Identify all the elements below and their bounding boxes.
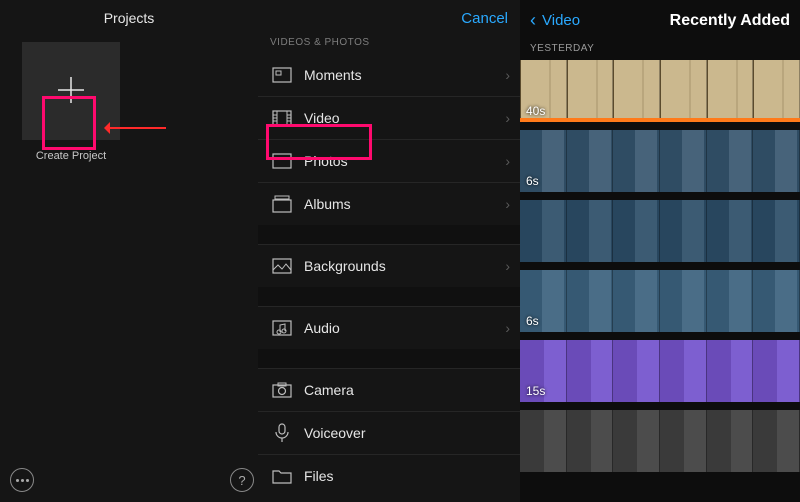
clip-thumbnail[interactable]: 40s bbox=[520, 60, 800, 122]
row-label: Moments bbox=[304, 67, 493, 83]
row-label: Files bbox=[304, 468, 510, 484]
help-button[interactable]: ? bbox=[230, 468, 254, 492]
back-button[interactable]: Video bbox=[542, 12, 580, 29]
section-label-yesterday: YESTERDAY bbox=[520, 39, 800, 60]
clip-duration: 6s bbox=[526, 314, 539, 328]
row-label: Audio bbox=[304, 320, 493, 336]
page-title: Recently Added bbox=[670, 12, 790, 30]
chevron-right-icon: › bbox=[505, 153, 510, 169]
row-albums[interactable]: Albums › bbox=[258, 183, 520, 225]
annotation-highlight-video bbox=[266, 124, 372, 160]
audio-icon bbox=[272, 319, 292, 337]
chevron-right-icon: › bbox=[505, 110, 510, 126]
row-files[interactable]: Files bbox=[258, 455, 520, 497]
chevron-right-icon: › bbox=[505, 67, 510, 83]
cancel-button[interactable]: Cancel bbox=[461, 10, 508, 27]
folder-icon bbox=[272, 467, 292, 485]
camera-icon bbox=[272, 381, 292, 399]
clip-duration: 15s bbox=[526, 384, 545, 398]
more-menu-button[interactable] bbox=[10, 468, 34, 492]
clip-duration: 6s bbox=[526, 174, 539, 188]
backgrounds-icon bbox=[272, 257, 292, 275]
moments-icon bbox=[272, 66, 292, 84]
question-icon: ? bbox=[238, 473, 245, 488]
clip-thumbnail[interactable]: 15s bbox=[520, 340, 800, 402]
row-label: Backgrounds bbox=[304, 258, 493, 274]
clip-thumbnail[interactable]: 6s bbox=[520, 130, 800, 192]
row-label: Albums bbox=[304, 196, 493, 212]
ellipsis-icon bbox=[16, 479, 29, 482]
clip-thumbnail[interactable] bbox=[520, 410, 800, 472]
row-audio[interactable]: Audio › bbox=[258, 307, 520, 349]
row-voiceover[interactable]: Voiceover bbox=[258, 412, 520, 455]
chevron-right-icon: › bbox=[505, 196, 510, 212]
annotation-arrow-1 bbox=[108, 127, 166, 129]
row-label: Voiceover bbox=[304, 425, 510, 441]
row-moments[interactable]: Moments › bbox=[258, 54, 520, 97]
albums-icon bbox=[272, 195, 292, 213]
section-label-videos-photos: VIDEOS & PHOTOS bbox=[258, 29, 520, 54]
annotation-highlight-create bbox=[42, 96, 96, 150]
chevron-right-icon: › bbox=[505, 320, 510, 336]
clip-duration: 40s bbox=[526, 104, 545, 118]
microphone-icon bbox=[272, 424, 292, 442]
row-backgrounds[interactable]: Backgrounds › bbox=[258, 245, 520, 287]
clip-thumbnail[interactable] bbox=[520, 200, 800, 262]
projects-title: Projects bbox=[0, 0, 258, 38]
row-camera[interactable]: Camera bbox=[258, 369, 520, 412]
clip-thumbnail[interactable]: 6s bbox=[520, 270, 800, 332]
back-chevron-icon[interactable]: ‹ bbox=[530, 10, 536, 31]
create-project-label: Create Project bbox=[22, 150, 120, 162]
row-label: Camera bbox=[304, 382, 510, 398]
chevron-right-icon: › bbox=[505, 258, 510, 274]
